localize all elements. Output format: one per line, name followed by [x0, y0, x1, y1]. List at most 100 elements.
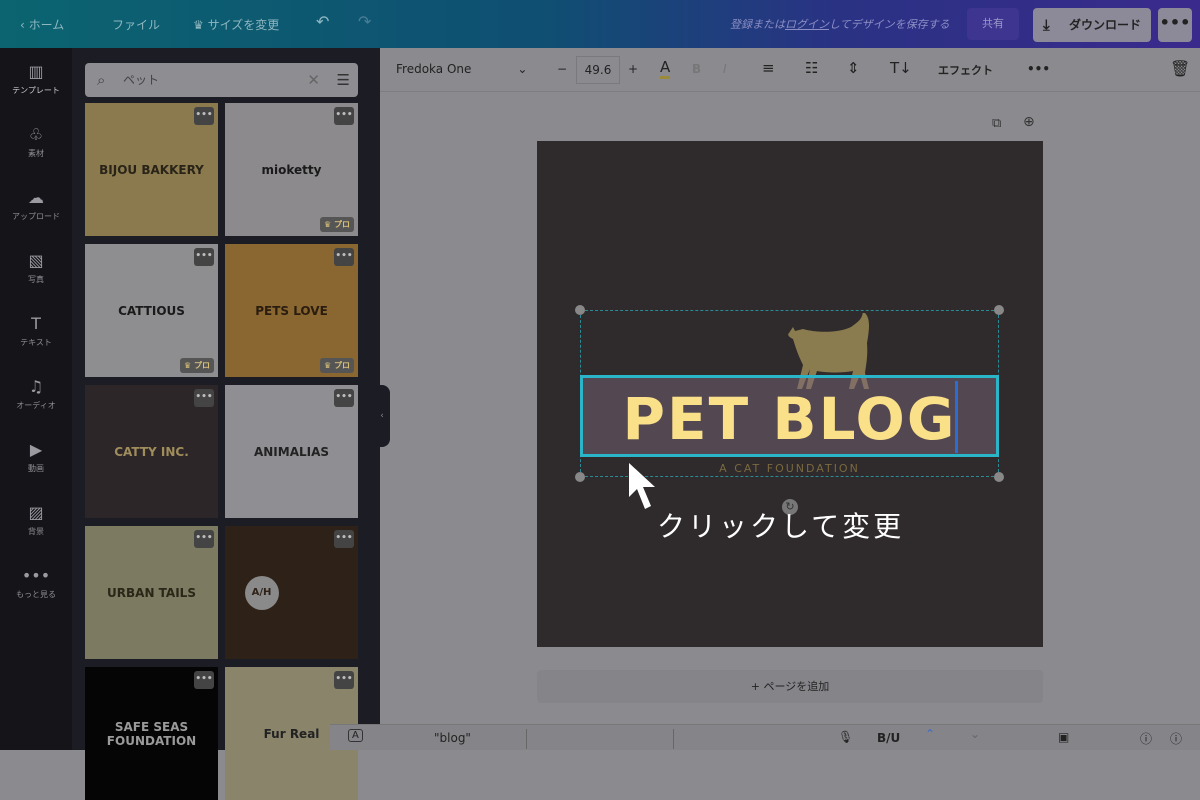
pro-label: プロ [334, 220, 350, 229]
add-page-icon[interactable]: ⊕ [1023, 114, 1035, 130]
design-canvas[interactable]: PET BLOG A CAT FOUNDATION ↻ クリックして変更 [537, 141, 1043, 647]
duplicate-page-icon[interactable]: ⧉ [992, 116, 1001, 131]
home-button[interactable]: ‹ ホーム [20, 16, 64, 33]
tile-more-button[interactable]: ••• [334, 107, 354, 125]
sidebar-item-label: アップロード [12, 212, 60, 221]
decrease-size-button[interactable]: − [557, 62, 567, 76]
sidebar-item[interactable]: ▥ テンプレート [0, 62, 72, 96]
font-select[interactable]: Fredoka One ⌄ [396, 62, 527, 76]
effects-button[interactable]: エフェクト [938, 62, 993, 78]
sidebar-icon: ♫ [28, 377, 44, 396]
bold-button[interactable]: B [692, 62, 701, 76]
tile-more-button[interactable]: ••• [194, 248, 214, 266]
text-cursor [955, 381, 958, 453]
sidebar-icon: ♧ [28, 125, 44, 144]
tile-more-button[interactable]: ••• [334, 671, 354, 689]
tile-more-button[interactable]: ••• [194, 389, 214, 407]
resize-button[interactable]: ♛ サイズを変更 [193, 16, 279, 33]
suggestion-item[interactable]: "blog" [434, 731, 471, 745]
sidebar-item[interactable]: ♧ 素材 [0, 125, 72, 159]
sidebar-icon: ▧ [28, 251, 44, 270]
more-options-button[interactable]: ••• [1027, 62, 1050, 76]
filter-icon[interactable]: ☰ [337, 63, 350, 97]
sidebar-item[interactable]: ▧ 写真 [0, 251, 72, 285]
save-prompt: 登録またはログインしてデザインを保存する [730, 16, 950, 32]
spacing-icon[interactable]: ⇕ [847, 59, 860, 77]
template-tile[interactable]: BIJOU BAKKERY ••• [85, 103, 218, 236]
font-name: Fredoka One [396, 62, 472, 76]
add-page-button[interactable]: + ページを追加 [537, 670, 1043, 703]
collapse-panel-handle[interactable]: ‹ [374, 385, 390, 447]
clear-icon[interactable]: ✕ [307, 63, 320, 97]
download-label: ダウンロード [1069, 18, 1142, 32]
trash-icon[interactable]: 🗑 [1170, 59, 1190, 78]
list-icon[interactable]: ☷ [805, 59, 818, 77]
chevron-down-icon[interactable]: ⌄ [970, 727, 980, 741]
sidebar-item-label: 写真 [28, 275, 44, 284]
top-bar: ‹ ホーム ファイル ♛ サイズを変更 ↶ ↷ 登録またはログインしてデザインを… [0, 0, 1200, 48]
tile-more-button[interactable]: ••• [194, 671, 214, 689]
template-tile[interactable]: URBAN TAILS ••• [85, 526, 218, 659]
microphone-icon[interactable]: 🎙 [838, 730, 853, 744]
redo-icon[interactable]: ↷ [358, 12, 371, 31]
resize-handle[interactable] [994, 305, 1004, 315]
sidebar-icon: ▥ [28, 62, 44, 81]
chevron-up-icon[interactable]: ⌃ [925, 727, 935, 741]
align-center-icon[interactable]: ≡ [762, 59, 775, 77]
pro-label: プロ [194, 361, 210, 370]
chevron-down-icon: ⌄ [517, 62, 528, 76]
template-text: PETS LOVE [255, 303, 328, 318]
cursor-arrow-icon [629, 463, 655, 509]
template-tile[interactable]: mioketty ••• ♛ プロ [225, 103, 358, 236]
tile-more-button[interactable]: ••• [194, 107, 214, 125]
pro-label: プロ [334, 361, 350, 370]
template-tile[interactable]: CATTY INC. ••• [85, 385, 218, 518]
sidebar-item[interactable]: ▨ 背景 [0, 503, 72, 537]
crown-icon: ♛ [193, 18, 204, 32]
undo-icon[interactable]: ↶ [316, 12, 329, 31]
tile-more-button[interactable]: ••• [334, 530, 354, 548]
template-text: Fur Real [263, 726, 320, 741]
help-icon[interactable]: ⓘ [1140, 730, 1152, 747]
share-button[interactable]: 共有 [967, 8, 1019, 40]
italic-button[interactable]: I [723, 62, 727, 76]
tile-more-button[interactable]: ••• [334, 389, 354, 407]
sidebar-icon: ▶ [29, 440, 43, 459]
search-value: ペット [123, 73, 160, 87]
resize-label: サイズを変更 [207, 18, 280, 32]
window-icon[interactable]: ▣ [1058, 730, 1069, 744]
divider [673, 729, 674, 749]
format-button[interactable]: B/U [877, 731, 900, 745]
template-tile[interactable]: SAFE SEAS FOUNDATION ••• [85, 667, 218, 800]
resize-handle[interactable] [575, 305, 585, 315]
keyboard-bar: A "blog" 🎙 B/U ⌃ ⌄ ▣ ⓘ ⓘ [330, 724, 1200, 750]
text-color-button[interactable]: A [660, 58, 671, 79]
sidebar-item[interactable]: ▶ 動画 [0, 440, 72, 474]
template-tile[interactable]: ANIMALIAS ••• [225, 385, 358, 518]
sidebar-item[interactable]: ☁ アップロード [0, 188, 72, 222]
download-button[interactable]: ⤓ ダウンロード [1033, 8, 1151, 42]
sidebar-item[interactable]: T テキスト [0, 314, 72, 348]
font-size-input[interactable]: 49.6 [576, 56, 620, 84]
sidebar-item[interactable]: ••• もっと見る [0, 566, 72, 600]
title-text[interactable]: PET BLOG [580, 385, 999, 453]
text-orientation-icon[interactable]: T↓ [890, 59, 912, 77]
info-icon[interactable]: ⓘ [1170, 730, 1182, 747]
tile-more-button[interactable]: ••• [334, 248, 354, 266]
template-tile[interactable]: PETS LOVE ••• ♛ プロ [225, 244, 358, 377]
sidebar-item[interactable]: ♫ オーディオ [0, 377, 72, 411]
tile-more-button[interactable]: ••• [194, 530, 214, 548]
more-button[interactable]: ••• [1158, 8, 1192, 42]
template-text: SAFE SEAS FOUNDATION [106, 719, 197, 748]
login-link[interactable]: ログイン [785, 18, 829, 31]
file-menu[interactable]: ファイル [112, 16, 160, 33]
keyboard-icon[interactable]: A [348, 729, 363, 742]
increase-size-button[interactable]: + [628, 62, 638, 76]
search-input[interactable]: ⌕ ペット ✕ ☰ [85, 63, 358, 97]
download-icon: ⤓ [1043, 16, 1050, 34]
template-tile[interactable]: A/H ••• [225, 526, 358, 659]
search-icon: ⌕ [97, 71, 106, 89]
text-toolbar: Fredoka One ⌄ − 49.6 + A B I ≡ ☷ ⇕ T↓ エフェ… [380, 48, 1200, 92]
sidebar-item-label: もっと見る [16, 590, 56, 599]
template-tile[interactable]: CATTIOUS ••• ♛ プロ [85, 244, 218, 377]
